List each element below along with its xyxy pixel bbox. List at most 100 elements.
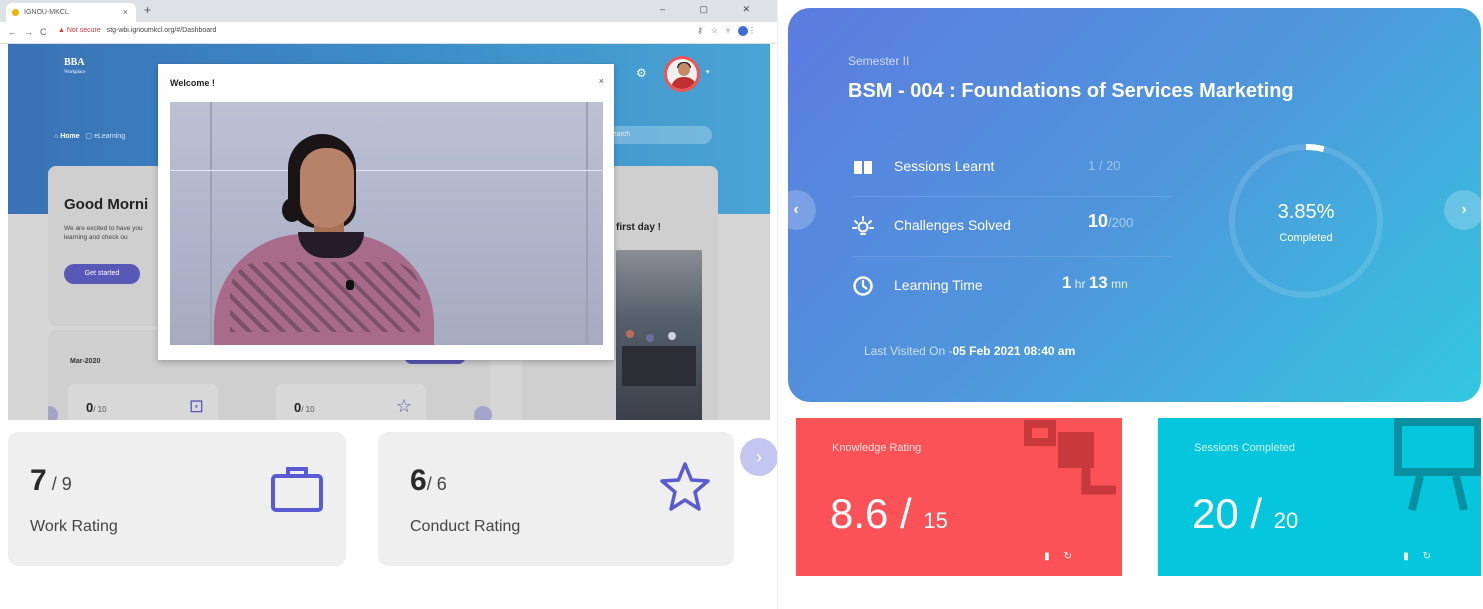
screenshot-root: IGNOU-MKCL × + – ▢ ✕ ← → C ▲ Not secure … [0, 0, 1483, 609]
learning-time-row: Learning Time 1 hr 13 mn [852, 256, 1172, 312]
welcome-video[interactable] [170, 102, 603, 345]
prev-course-button[interactable]: ‹ [788, 190, 816, 230]
office-photo [616, 250, 702, 420]
brand-subtitle: Workplace [64, 70, 86, 75]
greeting-text: We are excited to have you learning and … [64, 225, 143, 241]
ratings-row: 7 / 9 Work Rating 6/ 6 Conduct Rating [0, 420, 777, 609]
url-field[interactable]: ▲ Not secure stg-wbi.ignoumkcl.org/#/Das… [58, 27, 216, 34]
avatar-head [678, 63, 690, 76]
tab-strip: IGNOU-MKCL × + – ▢ ✕ [0, 0, 777, 22]
dim-next-arrow [474, 406, 492, 420]
sessions-completed-tile: Sessions Completed 20 / 20 ▮↻ [1158, 418, 1481, 576]
modal-close-icon[interactable]: × [599, 76, 604, 86]
knowledge-rating-label: Knowledge Rating [832, 442, 922, 454]
browser-window: IGNOU-MKCL × + – ▢ ✕ ← → C ▲ Not secure … [0, 0, 778, 609]
sessions-completed-label: Sessions Completed [1194, 442, 1295, 454]
window-controls[interactable]: – ▢ ✕ [660, 4, 766, 15]
crumb-home[interactable]: Home [60, 133, 79, 140]
menu-icon[interactable]: ⋮ [748, 26, 764, 35]
work-rating-label: Work Rating [30, 518, 118, 535]
new-tab-button[interactable]: + [144, 3, 151, 17]
challenges-solved-label: Challenges Solved [894, 217, 1011, 233]
avatar-body [671, 77, 697, 89]
month-label: Mar-2020 [70, 358, 101, 365]
learning-time-label: Learning Time [894, 277, 983, 293]
chevron-down-icon[interactable]: ▾ [706, 68, 710, 76]
document-icon[interactable]: ▮ [1403, 551, 1423, 562]
conduct-rating-label: Conduct Rating [410, 518, 521, 535]
photo-desks [622, 346, 696, 386]
address-bar: ← → C ▲ Not secure stg-wbi.ignoumkcl.org… [0, 22, 777, 44]
back-icon[interactable]: ← [8, 27, 17, 37]
browser-tab[interactable]: IGNOU-MKCL × [6, 3, 136, 22]
course-title: BSM - 004 : Foundations of Services Mark… [848, 80, 1294, 102]
portal-page: BBA Workplace ⌂ Home ▢ eLearning Search … [8, 44, 770, 420]
work-rating-card: 7 / 9 Work Rating [8, 432, 346, 566]
key-icon[interactable]: ⚷ [697, 26, 711, 35]
first-day-title: first day ! [616, 222, 662, 233]
settings-icon[interactable]: ⚙ [636, 66, 647, 80]
work-rating-value: 7 / 9 [30, 464, 72, 497]
star-icon [660, 462, 710, 511]
star-icon[interactable]: ☆ [711, 26, 726, 35]
document-icon[interactable]: ▮ [1044, 551, 1064, 562]
lightbulb-icon [852, 216, 874, 235]
briefcase-icon: ⊡ [188, 396, 204, 416]
search-input[interactable]: Search [598, 126, 712, 144]
mini-work-card: 0/ 10 ⊡ [68, 384, 218, 420]
mini-work-value: 0/ 10 [86, 400, 107, 415]
sessions-learnt-row: Sessions Learnt 1 / 20 [852, 138, 1172, 194]
sessions-completed-value: 20 / 20 [1192, 490, 1299, 537]
last-visited: Last Visited On -05 Feb 2021 08:40 am [864, 344, 1076, 358]
conduct-rating-value: 6/ 6 [410, 464, 447, 497]
forward-icon[interactable]: → [24, 27, 33, 37]
favicon-icon [12, 9, 19, 16]
presenter-face [300, 148, 354, 228]
brand-title: BBA [64, 57, 85, 68]
browser-toolbar-icons[interactable]: ⚷☆▿ ⋮ [697, 26, 764, 36]
ratings-next-button[interactable]: › [740, 438, 777, 476]
crumb-elearning[interactable]: eLearning [94, 133, 125, 140]
portal-logo[interactable]: BBA Workplace [64, 58, 86, 78]
next-course-button[interactable]: › [1444, 190, 1481, 230]
sessions-learnt-label: Sessions Learnt [894, 158, 995, 174]
photo-person [646, 334, 654, 342]
challenges-solved-row: Challenges Solved 10/200 [852, 196, 1172, 252]
clock-icon [853, 276, 873, 296]
tab-close-icon[interactable]: × [123, 7, 128, 17]
not-secure-label: ▲ Not secure [58, 27, 101, 34]
completion-percent: 3.85% [1277, 201, 1335, 223]
learning-time-value: 1 hr 13 mn [1062, 273, 1128, 292]
briefcase-icon [271, 467, 323, 512]
presentation-board-icon [1394, 418, 1481, 511]
sessions-actions: ▮↻ [1403, 551, 1445, 562]
knowledge-actions: ▮↻ [1044, 551, 1086, 562]
challenges-solved-value: 10/200 [1088, 211, 1134, 231]
tab-title: IGNOU-MKCL [24, 9, 69, 16]
video-highlight [170, 170, 603, 171]
completion-caption: Completed [1279, 232, 1333, 244]
course-progress-card: Semester II BSM - 004 : Foundations of S… [788, 8, 1481, 402]
lapel-mic [346, 280, 354, 290]
mini-conduct-card: 0/ 10 ☆ [276, 384, 426, 420]
presenter-shirt-pattern [230, 262, 420, 332]
video-wall-line [586, 102, 588, 345]
profile-icon[interactable] [738, 26, 748, 36]
photo-person [626, 330, 634, 338]
refresh-icon[interactable]: ↻ [1423, 551, 1445, 562]
refresh-icon[interactable]: ↻ [1064, 551, 1086, 562]
user-avatar[interactable] [664, 56, 700, 92]
semester-label: Semester II [848, 54, 910, 68]
knowledge-rating-value: 8.6 / 15 [830, 490, 948, 537]
photo-person [668, 332, 676, 340]
star-icon: ☆ [395, 396, 412, 416]
chat-icon: ▢ [85, 133, 93, 140]
extension-icon[interactable]: ▿ [726, 26, 738, 35]
home-icon: ⌂ [54, 133, 59, 140]
get-started-button[interactable]: Get started [64, 264, 140, 284]
url-text: stg-wbi.ignoumkcl.org/#/Dashboard [106, 27, 217, 34]
reload-icon[interactable]: C [40, 27, 47, 37]
welcome-modal: Welcome ! × [158, 64, 614, 360]
greeting-title: Good Morni [64, 196, 149, 213]
conduct-rating-card: 6/ 6 Conduct Rating [378, 432, 734, 566]
